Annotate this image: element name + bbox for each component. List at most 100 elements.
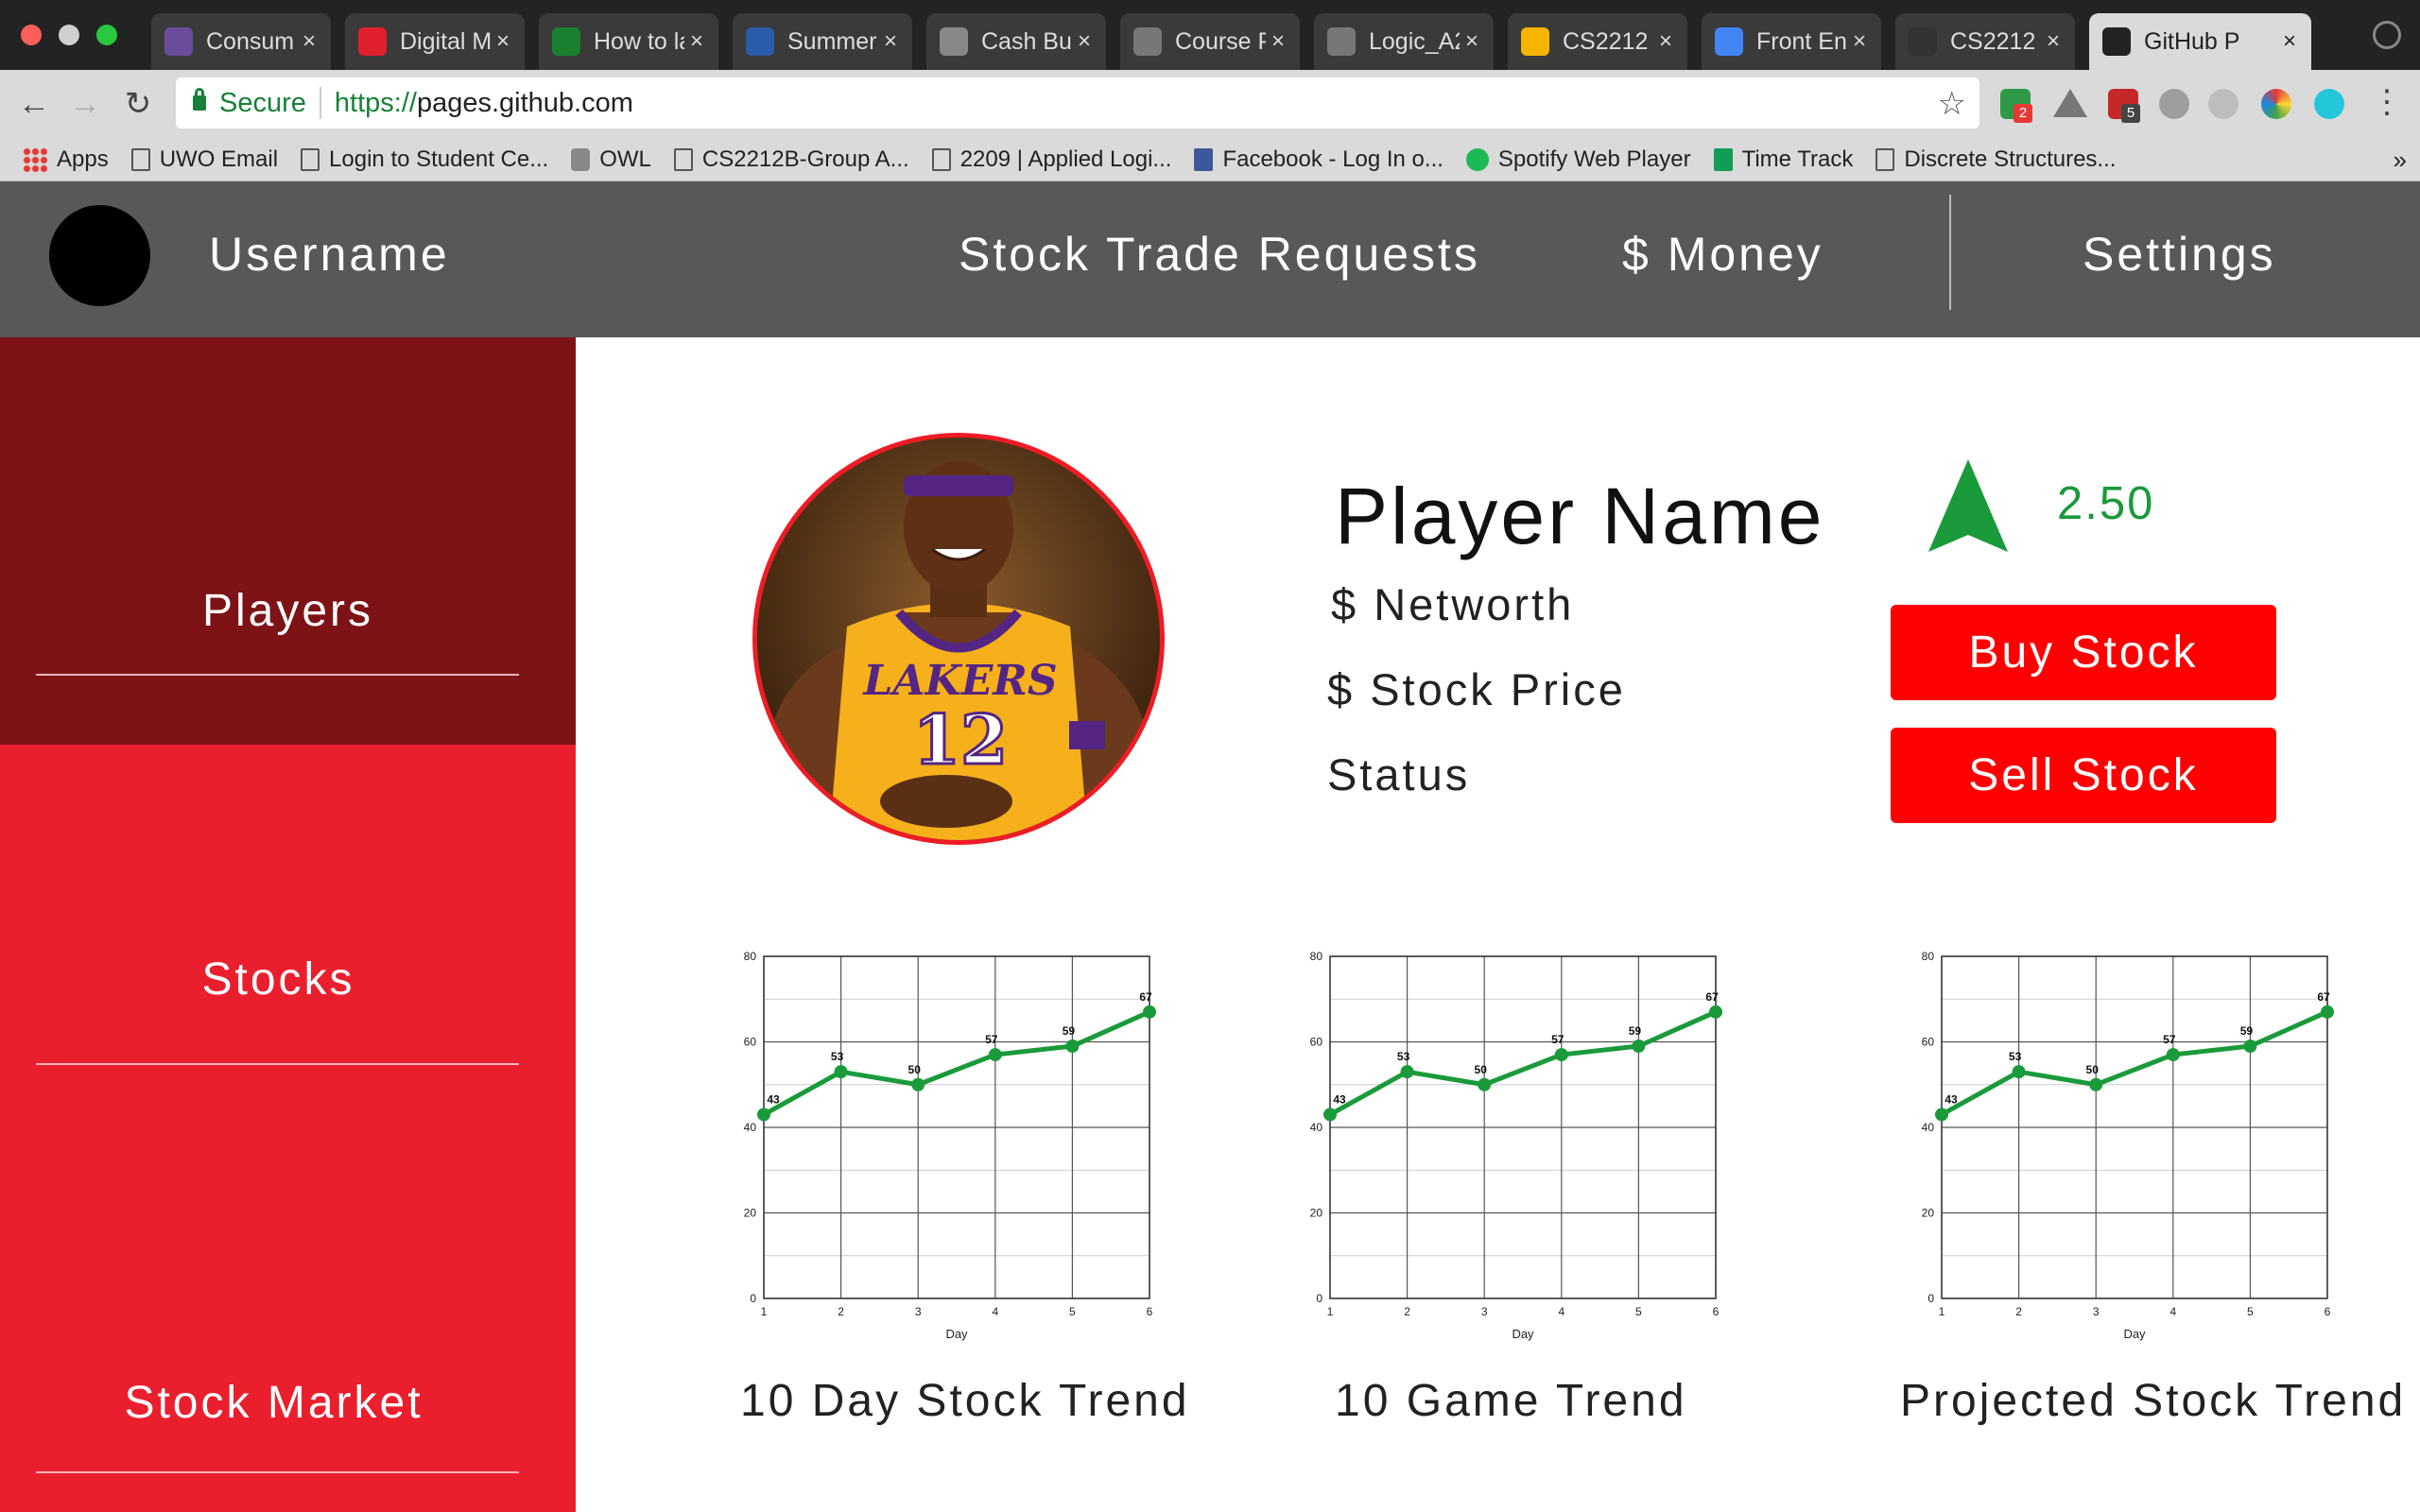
bookmark-label: Facebook - Log In o... bbox=[1222, 146, 1443, 172]
tab-close-icon[interactable]: × bbox=[1072, 28, 1097, 55]
bookmark-item[interactable]: Login to Student Ce... bbox=[301, 146, 548, 173]
browser-toolbar: ← → ↻ Secure https://pages.github.com ☆ … bbox=[0, 70, 2420, 138]
sidebar-stocks-label: Stocks bbox=[201, 954, 355, 1005]
chart-data-point bbox=[988, 1048, 1002, 1062]
browser-tab[interactable]: Course P × bbox=[1120, 13, 1300, 70]
browser-menu-icon[interactable]: ⋮ bbox=[2371, 83, 2403, 121]
player-networth: $ Networth bbox=[1331, 579, 1575, 629]
sidebar-item-stock-market[interactable]: Stock Market bbox=[0, 1093, 576, 1471]
bookmark-item[interactable]: Apps bbox=[23, 146, 109, 173]
m-extension-icon[interactable] bbox=[2314, 89, 2344, 119]
chart-data-label: 53 bbox=[2009, 1050, 2022, 1063]
minimize-window-button[interactable] bbox=[59, 25, 79, 45]
chart-y-tick-label: 0 bbox=[750, 1292, 756, 1305]
avatar[interactable] bbox=[49, 205, 150, 306]
tab-close-icon[interactable]: × bbox=[2277, 28, 2302, 55]
chart-data-label: 59 bbox=[1629, 1024, 1642, 1038]
chart-y-tick-label: 80 bbox=[1310, 950, 1323, 963]
chart-data-point bbox=[1709, 1005, 1722, 1019]
bookmark-item[interactable]: Facebook - Log In o... bbox=[1194, 146, 1443, 173]
maximize-window-button[interactable] bbox=[96, 25, 117, 45]
browser-tab[interactable]: Logic_A2 × bbox=[1314, 13, 1494, 70]
username-label[interactable]: Username bbox=[209, 227, 450, 282]
chart-data-label: 53 bbox=[831, 1050, 844, 1063]
chart-data-label: 43 bbox=[1333, 1092, 1346, 1106]
settings-link[interactable]: Settings bbox=[2083, 227, 2276, 282]
forward-icon[interactable]: → bbox=[64, 83, 106, 125]
tab-close-icon[interactable]: × bbox=[1266, 28, 1290, 55]
bookmark-item[interactable]: Spotify Web Player bbox=[1465, 146, 1691, 173]
browser-tab[interactable]: Consum × bbox=[151, 13, 331, 70]
lock-icon bbox=[193, 88, 206, 111]
chart-x-tick-label: 2 bbox=[838, 1305, 844, 1318]
recycle-extension-icon[interactable] bbox=[2208, 89, 2238, 119]
browser-tab[interactable]: Front En × bbox=[1702, 13, 1881, 70]
profile-icon[interactable] bbox=[2373, 21, 2401, 49]
tab-close-icon[interactable]: × bbox=[684, 28, 709, 55]
browser-tab[interactable]: CS2212 × bbox=[1508, 13, 1687, 70]
close-window-button[interactable] bbox=[21, 25, 42, 45]
browser-tab[interactable]: Summer × bbox=[733, 13, 912, 70]
color-extension-icon[interactable] bbox=[2261, 89, 2291, 119]
tab-label: Consum bbox=[206, 27, 295, 55]
browser-tab[interactable]: CS2212 × bbox=[1895, 13, 2075, 70]
chart-series-line bbox=[1940, 1009, 2329, 1117]
more-bookmarks-icon[interactable]: » bbox=[2394, 146, 2407, 175]
chart-data-point bbox=[2089, 1077, 2103, 1091]
sidebar: Players Stocks Stock Market bbox=[0, 337, 576, 1512]
buy-stock-button[interactable]: Buy Stock bbox=[1891, 605, 2276, 700]
tab-close-icon[interactable]: × bbox=[1460, 28, 1484, 55]
chart-data-label: 50 bbox=[1475, 1063, 1488, 1076]
chart-y-tick-label: 20 bbox=[1310, 1207, 1323, 1220]
tab-close-icon[interactable]: × bbox=[491, 28, 515, 55]
tab-favicon-icon bbox=[552, 27, 580, 56]
tab-close-icon[interactable]: × bbox=[1653, 28, 1678, 55]
tab-close-icon[interactable]: × bbox=[1847, 28, 1872, 55]
chart-10-game-trend: 0 20 40 60 80 1 2 3 4 5 6 Day 43 53 50 57 59 67 bbox=[1302, 943, 1737, 1349]
bookmark-label: Apps bbox=[57, 146, 109, 172]
bookmarks-list: Apps UWO Email Login to Student Ce... OWL CS… bbox=[0, 146, 2116, 173]
chart-y-tick-label: 40 bbox=[744, 1121, 757, 1134]
sidebar-item-stocks[interactable]: Stocks bbox=[0, 745, 576, 1028]
page-icon bbox=[1876, 147, 1895, 171]
bookmark-item[interactable]: OWL bbox=[571, 146, 651, 173]
back-icon[interactable]: ← bbox=[13, 83, 55, 125]
address-bar[interactable]: Secure https://pages.github.com ☆ bbox=[176, 77, 1979, 129]
stock-trade-requests-link[interactable]: Stock Trade Requests bbox=[959, 227, 1480, 282]
bookmark-star-icon[interactable]: ☆ bbox=[1938, 85, 1966, 123]
chart-data-point bbox=[1554, 1048, 1568, 1062]
sidebar-item-players[interactable]: Players bbox=[0, 337, 576, 745]
tab-close-icon[interactable]: × bbox=[2041, 28, 2066, 55]
bookmark-item[interactable]: 2209 | Applied Logi... bbox=[931, 146, 1171, 173]
bookmark-item[interactable]: Time Track bbox=[1713, 146, 1853, 173]
money-link[interactable]: $ Money bbox=[1622, 227, 1824, 282]
tab-label: Course P bbox=[1175, 27, 1266, 55]
sell-stock-button[interactable]: Sell Stock bbox=[1891, 728, 2276, 823]
player-status: Status bbox=[1327, 749, 1471, 799]
drive-extension-icon[interactable] bbox=[2053, 89, 2087, 117]
chart-x-tick-label: 5 bbox=[1635, 1305, 1642, 1318]
browser-tab[interactable]: Digital M × bbox=[345, 13, 525, 70]
chart-x-tick-label: 3 bbox=[915, 1305, 922, 1318]
chart-x-tick-label: 5 bbox=[2247, 1305, 2254, 1318]
owl-icon bbox=[571, 147, 591, 171]
browser-tab[interactable]: How to la × bbox=[539, 13, 718, 70]
power-extension-icon[interactable] bbox=[2159, 89, 2189, 119]
facebook-icon bbox=[1194, 147, 1214, 171]
reload-icon[interactable]: ↻ bbox=[117, 83, 159, 125]
tab-label: Cash Bu bbox=[981, 27, 1072, 55]
chart-x-tick-label: 4 bbox=[992, 1305, 998, 1318]
bookmark-item[interactable]: Discrete Structures... bbox=[1876, 146, 2116, 173]
chart-data-point bbox=[757, 1108, 770, 1122]
page-icon bbox=[673, 147, 693, 171]
browser-tab[interactable]: GitHub P × bbox=[2089, 13, 2311, 70]
bookmark-label: UWO Email bbox=[159, 146, 279, 172]
browser-tab[interactable]: Cash Bu × bbox=[926, 13, 1106, 70]
url-protocol: https:// bbox=[334, 87, 417, 118]
tab-close-icon[interactable]: × bbox=[878, 28, 903, 55]
tab-close-icon[interactable]: × bbox=[297, 28, 321, 55]
chart-x-tick-label: 6 bbox=[1147, 1305, 1153, 1318]
chart-data-label: 57 bbox=[985, 1033, 998, 1046]
bookmark-item[interactable]: UWO Email bbox=[130, 146, 279, 173]
bookmark-item[interactable]: CS2212B-Group A... bbox=[673, 146, 909, 173]
